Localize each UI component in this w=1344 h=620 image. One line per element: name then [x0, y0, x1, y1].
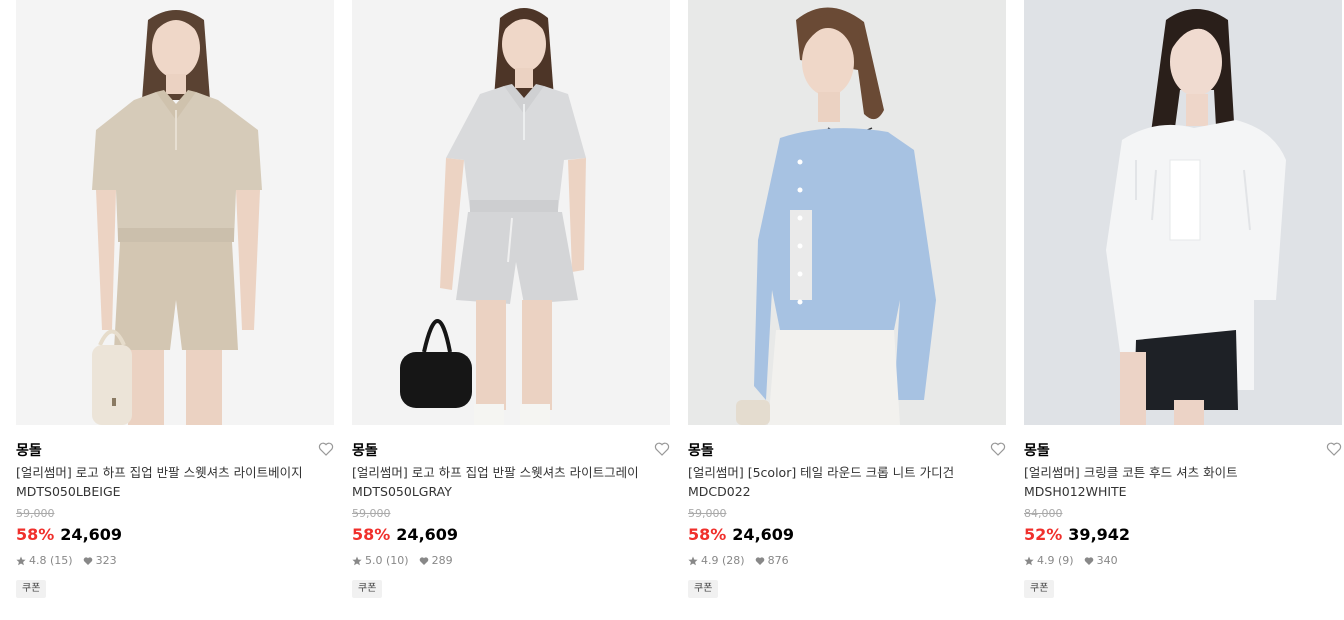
heart-filled-icon [755, 557, 764, 565]
heart-icon[interactable] [318, 441, 334, 457]
product-card[interactable]: 몽돌 [얼리썸머] 로고 하프 집업 반팔 스웻셔츠 라이트베이지 MDTS05… [16, 0, 334, 598]
product-image[interactable] [1024, 0, 1342, 425]
product-code[interactable]: MDSH012WHITE [1024, 484, 1127, 499]
heart-icon[interactable] [1326, 441, 1342, 457]
product-name[interactable]: [얼리썸머] [5color] 테일 라운드 크롭 니트 가디건 [688, 465, 954, 480]
heart-icon[interactable] [990, 441, 1006, 457]
product-title[interactable]: [얼리썸머] [5color] 테일 라운드 크롭 니트 가디건 MDCD022 [688, 463, 1006, 501]
product-name[interactable]: [얼리썸머] 로고 하프 집업 반팔 스웻셔츠 라이트그레이 [352, 465, 639, 480]
heart-filled-icon [419, 557, 428, 565]
heart-icon[interactable] [654, 441, 670, 457]
review-count: (10) [386, 554, 409, 567]
meta-row: 4.9 (9) 340 [1024, 554, 1342, 568]
product-name[interactable]: [얼리썸머] 로고 하프 집업 반팔 스웻셔츠 라이트베이지 [16, 465, 303, 480]
brand-row: 몽돌 [688, 440, 1006, 459]
product-code[interactable]: MDCD022 [688, 484, 751, 499]
likes: 876 [755, 554, 789, 568]
heart-filled-icon [1084, 557, 1093, 565]
coupon-badge: 쿠폰 [352, 580, 383, 598]
like-count: 340 [1096, 554, 1118, 567]
sale-price: 24,609 [60, 525, 123, 544]
rating: 4.9 (9) [1024, 554, 1074, 568]
brand-name[interactable]: 몽돌 [1024, 443, 1050, 459]
product-name[interactable]: [얼리썸머] 크링클 코튼 후드 셔츠 화이트 [1024, 465, 1238, 480]
original-price: 84,000 [1024, 507, 1063, 520]
star-icon [16, 556, 26, 566]
product-title[interactable]: [얼리썸머] 크링클 코튼 후드 셔츠 화이트 MDSH012WHITE [1024, 463, 1342, 501]
product-card[interactable]: 몽돌 [얼리썸머] 크링클 코튼 후드 셔츠 화이트 MDSH012WHITE … [1024, 0, 1342, 598]
review-count: (28) [722, 554, 745, 567]
review-count: (15) [50, 554, 73, 567]
original-price: 59,000 [688, 507, 727, 520]
brand-name[interactable]: 몽돌 [688, 443, 714, 459]
product-card[interactable]: 몽돌 [얼리썸머] 로고 하프 집업 반팔 스웻셔츠 라이트그레이 MDTS05… [352, 0, 670, 598]
brand-row: 몽돌 [16, 440, 334, 459]
sale-price: 24,609 [732, 525, 795, 544]
meta-row: 4.9 (28) 876 [688, 554, 1006, 568]
star-icon [688, 556, 698, 566]
product-grid: 몽돌 [얼리썸머] 로고 하프 집업 반팔 스웻셔츠 라이트베이지 MDTS05… [0, 0, 1344, 620]
sale-price: 39,942 [1068, 525, 1131, 544]
product-image[interactable] [352, 0, 670, 425]
rating-value: 5.0 [365, 554, 383, 567]
rating-value: 4.8 [29, 554, 47, 567]
product-image[interactable] [688, 0, 1006, 425]
discount-rate: 58% [16, 525, 55, 544]
heart-filled-icon [83, 557, 92, 565]
product-title[interactable]: [얼리썸머] 로고 하프 집업 반팔 스웻셔츠 라이트베이지 MDTS050LB… [16, 463, 334, 501]
like-count: 289 [431, 554, 453, 567]
likes: 289 [419, 554, 453, 568]
price-row: 52% 39,942 [1024, 525, 1342, 545]
original-price: 59,000 [352, 507, 391, 520]
rating: 4.9 (28) [688, 554, 745, 568]
product-code[interactable]: MDTS050LBEIGE [16, 484, 121, 499]
price-row: 58% 24,609 [352, 525, 670, 545]
review-count: (9) [1058, 554, 1074, 567]
likes: 340 [1084, 554, 1118, 568]
original-price: 59,000 [16, 507, 55, 520]
meta-row: 5.0 (10) 289 [352, 554, 670, 568]
rating-value: 4.9 [701, 554, 719, 567]
star-icon [352, 556, 362, 566]
like-count: 323 [95, 554, 117, 567]
likes: 323 [83, 554, 117, 568]
sale-price: 24,609 [396, 525, 459, 544]
rating: 4.8 (15) [16, 554, 73, 568]
rating: 5.0 (10) [352, 554, 409, 568]
star-icon [1024, 556, 1034, 566]
product-image[interactable] [16, 0, 334, 425]
discount-rate: 58% [352, 525, 391, 544]
meta-row: 4.8 (15) 323 [16, 554, 334, 568]
discount-rate: 58% [688, 525, 727, 544]
like-count: 876 [767, 554, 789, 567]
brand-name[interactable]: 몽돌 [352, 443, 378, 459]
discount-rate: 52% [1024, 525, 1063, 544]
coupon-badge: 쿠폰 [16, 580, 47, 598]
price-row: 58% 24,609 [688, 525, 1006, 545]
brand-row: 몽돌 [352, 440, 670, 459]
coupon-badge: 쿠폰 [688, 580, 719, 598]
rating-value: 4.9 [1037, 554, 1055, 567]
product-title[interactable]: [얼리썸머] 로고 하프 집업 반팔 스웻셔츠 라이트그레이 MDTS050LG… [352, 463, 670, 501]
coupon-badge: 쿠폰 [1024, 580, 1055, 598]
brand-row: 몽돌 [1024, 440, 1342, 459]
brand-name[interactable]: 몽돌 [16, 443, 42, 459]
price-row: 58% 24,609 [16, 525, 334, 545]
product-code[interactable]: MDTS050LGRAY [352, 484, 452, 499]
product-card[interactable]: 몽돌 [얼리썸머] [5color] 테일 라운드 크롭 니트 가디건 MDCD… [688, 0, 1006, 598]
